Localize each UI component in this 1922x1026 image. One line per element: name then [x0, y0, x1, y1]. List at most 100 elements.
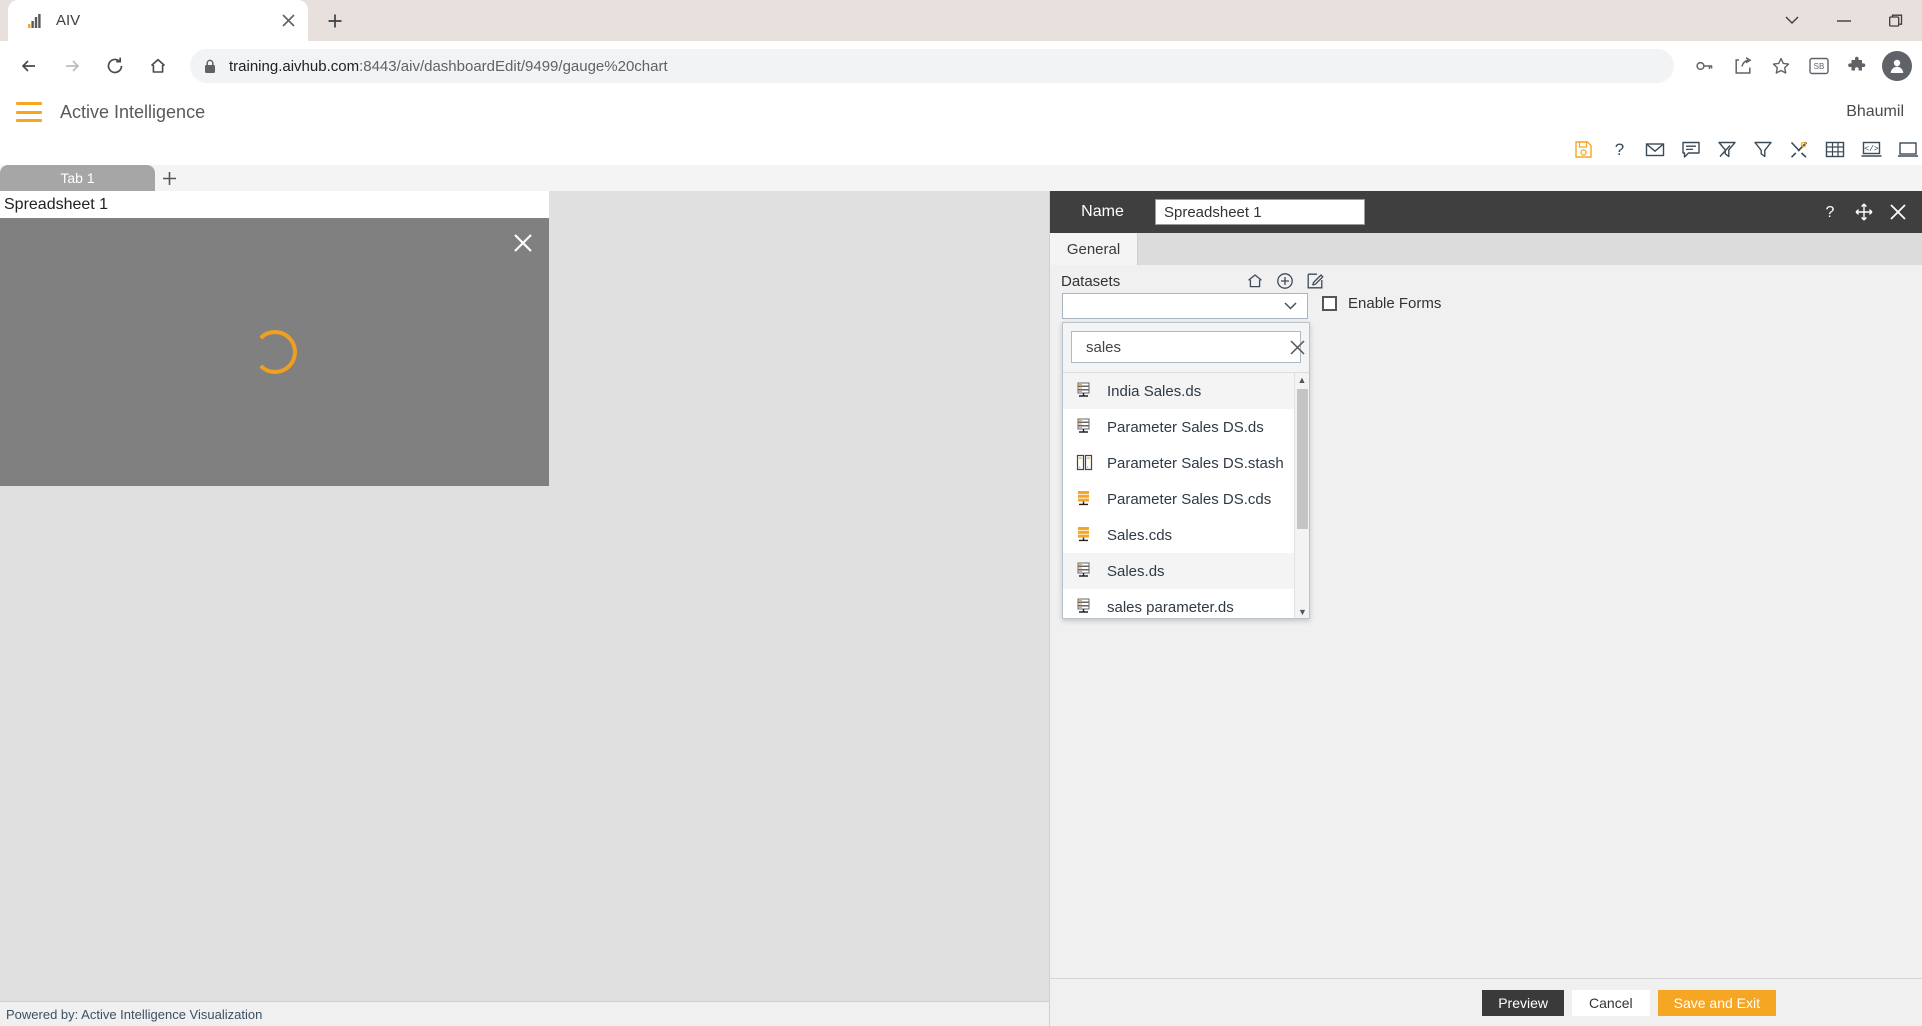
- widget-body: [0, 218, 549, 486]
- dataset-ds-icon: [1076, 561, 1094, 581]
- url-path: :8443/aiv/dashboardEdit/9499/gauge%20cha…: [359, 57, 668, 75]
- extension-badge-icon[interactable]: SB: [1802, 49, 1836, 83]
- list-item-label: Parameter Sales DS.ds: [1107, 418, 1264, 436]
- browser-tab[interactable]: AIV: [8, 0, 308, 41]
- list-item[interactable]: India Sales.ds: [1063, 373, 1309, 409]
- list-item-label: Parameter Sales DS.stash: [1107, 454, 1284, 472]
- code-view-icon[interactable]: </>: [1860, 138, 1882, 160]
- widget-title: Spreadsheet 1: [0, 191, 549, 218]
- panel-name-input[interactable]: [1155, 199, 1365, 225]
- chevron-down-icon[interactable]: [1766, 0, 1818, 41]
- dataset-ds-icon: [1076, 381, 1094, 401]
- svg-text:?: ?: [1826, 204, 1835, 221]
- list-item[interactable]: Parameter Sales DS.ds: [1063, 409, 1309, 445]
- dropdown-search-input[interactable]: [1084, 337, 1287, 357]
- address-bar[interactable]: training.aivhub.com:8443/aiv/dashboardEd…: [190, 49, 1674, 83]
- add-circle-icon[interactable]: [1275, 271, 1295, 291]
- dataset-ds-icon: [1076, 597, 1094, 617]
- table-icon[interactable]: [1824, 138, 1846, 160]
- dataset-cds-icon: [1076, 525, 1094, 545]
- list-item[interactable]: Sales.cds: [1063, 517, 1309, 553]
- app-toolbar-icons: ? </>: [0, 133, 1922, 165]
- comment-icon[interactable]: [1680, 138, 1702, 160]
- browser-chrome: AIV training.aivhub.com:8443/aiv/dashboa…: [0, 0, 1922, 91]
- close-icon[interactable]: [511, 231, 535, 255]
- tab-general[interactable]: General: [1050, 233, 1138, 265]
- loading-spinner-icon: [252, 330, 297, 374]
- svg-text:</>: </>: [1864, 145, 1879, 154]
- clear-filter-icon[interactable]: [1716, 138, 1738, 160]
- panel-header: Name ?: [1050, 191, 1922, 233]
- help-icon[interactable]: ?: [1608, 138, 1630, 160]
- panel-name-label: Name: [1081, 203, 1124, 220]
- laptop-icon[interactable]: [1896, 138, 1918, 160]
- panel-body: Datasets Enable Forms sales India Sales.…: [1050, 265, 1922, 978]
- user-name-label: Bhaumil: [1846, 103, 1904, 120]
- list-item[interactable]: Parameter Sales DS.stash: [1063, 445, 1309, 481]
- clear-x-icon[interactable]: [1287, 337, 1307, 357]
- profile-avatar-icon[interactable]: [1882, 51, 1912, 81]
- dropdown-search-box[interactable]: [1071, 331, 1305, 363]
- scrollbar-thumb[interactable]: [1297, 389, 1308, 529]
- enable-forms-label: Enable Forms: [1348, 295, 1442, 312]
- lock-icon: [204, 59, 216, 74]
- spreadsheet-widget[interactable]: Spreadsheet 1: [0, 191, 549, 486]
- chevron-down-icon: [1283, 302, 1297, 311]
- share-icon[interactable]: [1726, 49, 1760, 83]
- home-icon[interactable]: [139, 47, 177, 85]
- back-arrow-icon[interactable]: [10, 47, 48, 85]
- application-area: Active Intelligence Bhaumil ? </> Tab 1 …: [0, 91, 1922, 1026]
- cancel-button[interactable]: Cancel: [1572, 989, 1650, 1016]
- dataset-ds-icon: [1076, 417, 1094, 437]
- restore-icon[interactable]: [1870, 0, 1922, 41]
- home-icon[interactable]: [1245, 271, 1265, 291]
- list-item-label: Parameter Sales DS.cds: [1107, 490, 1272, 508]
- hamburger-menu-icon[interactable]: [16, 102, 42, 122]
- plus-icon[interactable]: [318, 4, 352, 38]
- preview-button[interactable]: Preview: [1482, 989, 1565, 1016]
- move-icon[interactable]: [1854, 202, 1874, 222]
- save-icon[interactable]: [1572, 138, 1594, 160]
- filter-icon[interactable]: [1752, 138, 1774, 160]
- help-icon[interactable]: ?: [1820, 202, 1840, 222]
- puzzle-extensions-icon[interactable]: [1840, 49, 1874, 83]
- app-title: Active Intelligence: [60, 101, 206, 122]
- close-icon[interactable]: [1888, 202, 1908, 222]
- browser-tabstrip: AIV: [0, 0, 1922, 41]
- minimize-icon[interactable]: [1818, 0, 1870, 41]
- svg-text:?: ?: [1614, 140, 1623, 159]
- list-item-label: sales parameter.ds: [1107, 598, 1234, 616]
- browser-toolbar: training.aivhub.com:8443/aiv/dashboardEd…: [0, 41, 1922, 91]
- list-item[interactable]: Sales.ds: [1063, 553, 1309, 589]
- sheet-tab-1[interactable]: Tab 1: [0, 165, 155, 191]
- dataset-select[interactable]: [1062, 293, 1308, 319]
- plus-icon[interactable]: [155, 165, 183, 191]
- forward-arrow-icon: [53, 47, 91, 85]
- scroll-up-arrow-icon[interactable]: ▲: [1295, 373, 1309, 387]
- edit-icon[interactable]: [1305, 271, 1325, 291]
- reload-icon[interactable]: [96, 47, 134, 85]
- scroll-down-arrow-icon[interactable]: ▼: [1295, 605, 1309, 618]
- dataset-dropdown-popup: India Sales.ds Parameter: [1062, 322, 1310, 619]
- address-bar-url: training.aivhub.com:8443/aiv/dashboardEd…: [229, 58, 668, 75]
- list-item[interactable]: sales parameter.ds: [1063, 589, 1309, 618]
- save-and-exit-button[interactable]: Save and Exit: [1657, 989, 1776, 1016]
- list-item-label: India Sales.ds: [1107, 382, 1202, 400]
- url-host: training.aivhub.com: [229, 57, 360, 75]
- svg-text:SB: SB: [1814, 62, 1825, 71]
- mail-icon[interactable]: [1644, 138, 1666, 160]
- bookmark-star-icon[interactable]: [1764, 49, 1798, 83]
- status-text: Powered by: Active Intelligence Visualiz…: [6, 1006, 263, 1022]
- panel-footer: Preview Cancel Save and Exit: [1050, 978, 1922, 1026]
- dropdown-scrollbar[interactable]: ▲ ▼: [1294, 373, 1309, 618]
- close-icon[interactable]: [276, 9, 300, 33]
- tools-icon[interactable]: [1788, 138, 1810, 160]
- panel-tabs: General: [1050, 233, 1922, 265]
- dropdown-list[interactable]: India Sales.ds Parameter Sales DS.ds Par…: [1063, 372, 1309, 618]
- window-controls: [1766, 0, 1922, 41]
- key-icon[interactable]: [1688, 49, 1722, 83]
- enable-forms-row[interactable]: Enable Forms: [1322, 295, 1441, 312]
- dataset-stash-icon: [1076, 453, 1094, 473]
- enable-forms-checkbox[interactable]: [1322, 296, 1337, 311]
- list-item[interactable]: Parameter Sales DS.cds: [1063, 481, 1309, 517]
